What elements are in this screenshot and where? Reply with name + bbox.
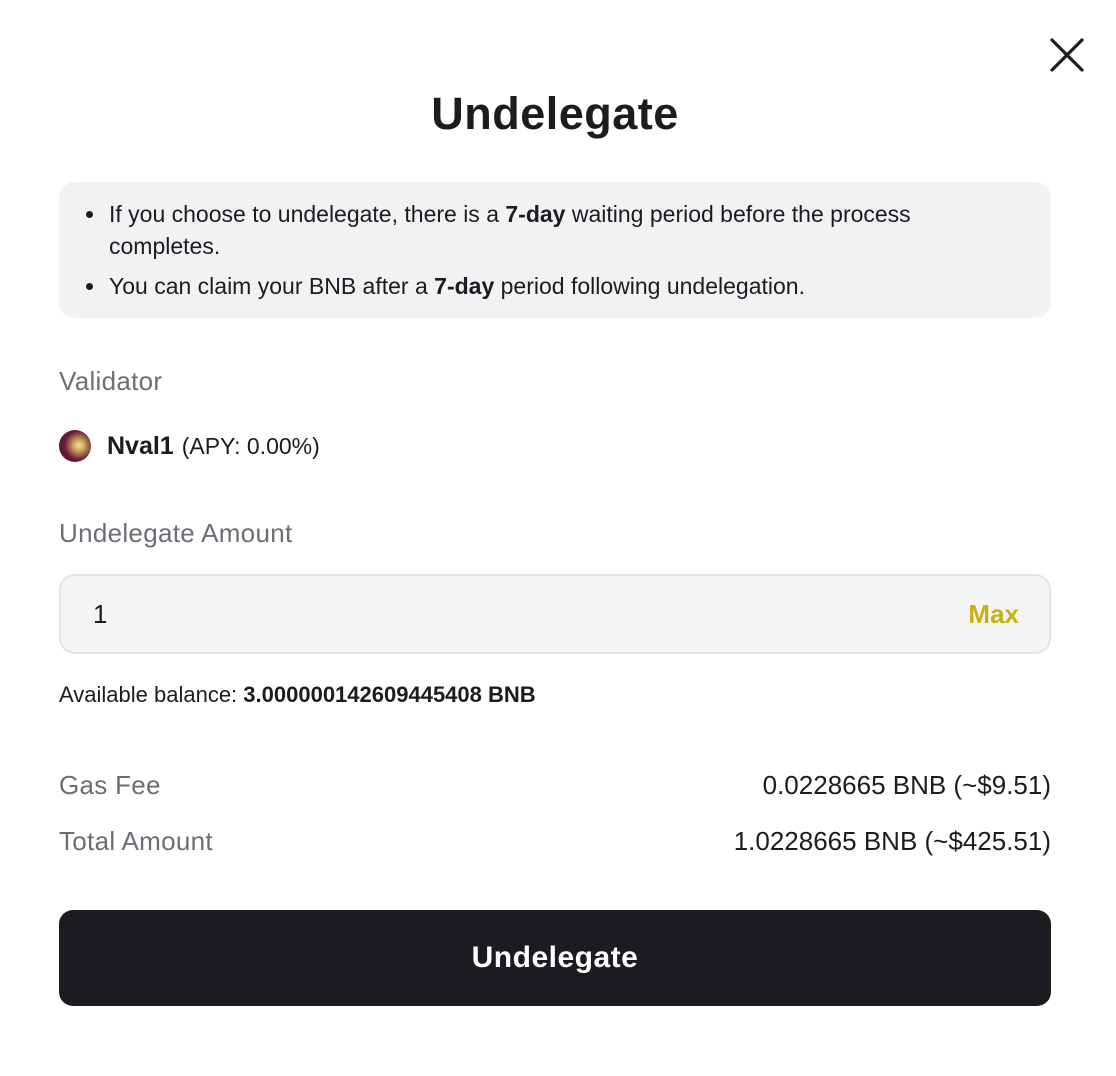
info-item: If you choose to undelegate, there is a … [107, 198, 1027, 262]
info-notice: If you choose to undelegate, there is a … [59, 182, 1051, 318]
close-button[interactable] [1046, 34, 1088, 76]
undelegate-button[interactable]: Undelegate [59, 910, 1051, 1006]
info-list: If you choose to undelegate, there is a … [107, 198, 1027, 302]
gas-fee-row: Gas Fee 0.0228665 BNB (~$9.51) [59, 770, 1051, 801]
dialog-title: Undelegate [431, 88, 679, 139]
info-item: You can claim your BNB after a 7-day per… [107, 270, 1027, 302]
info-text: You can claim your BNB after a [109, 273, 435, 299]
validator-label: Validator [59, 366, 163, 396]
gas-fee-label: Gas Fee [59, 770, 161, 800]
close-icon [1050, 38, 1084, 72]
validator-apy: (APY: 0.00%) [181, 432, 320, 459]
amount-input[interactable] [93, 598, 969, 630]
total-amount-label: Total Amount [59, 826, 213, 856]
info-text: period following undelegation. [494, 273, 805, 299]
amount-label: Undelegate Amount [59, 518, 293, 548]
amount-field: Max [59, 574, 1051, 654]
max-button[interactable]: Max [968, 599, 1019, 630]
total-amount-row: Total Amount 1.0228665 BNB (~$425.51) [59, 826, 1051, 857]
info-highlight: 7-day [505, 201, 566, 227]
validator-row: Nval1 (APY: 0.00%) [59, 429, 320, 463]
validator-avatar [59, 430, 91, 462]
total-amount-value: 1.0228665 BNB (~$425.51) [733, 826, 1051, 856]
balance-label: Available balance: [59, 682, 244, 707]
balance-value: 3.000000142609445408 BNB [243, 682, 536, 707]
info-text: If you choose to undelegate, there is a [109, 201, 506, 227]
validator-name: Nval1 [107, 431, 174, 460]
available-balance: Available balance: 3.000000142609445408 … [59, 682, 536, 708]
info-highlight: 7-day [434, 273, 495, 299]
gas-fee-value: 0.0228665 BNB (~$9.51) [762, 770, 1051, 800]
